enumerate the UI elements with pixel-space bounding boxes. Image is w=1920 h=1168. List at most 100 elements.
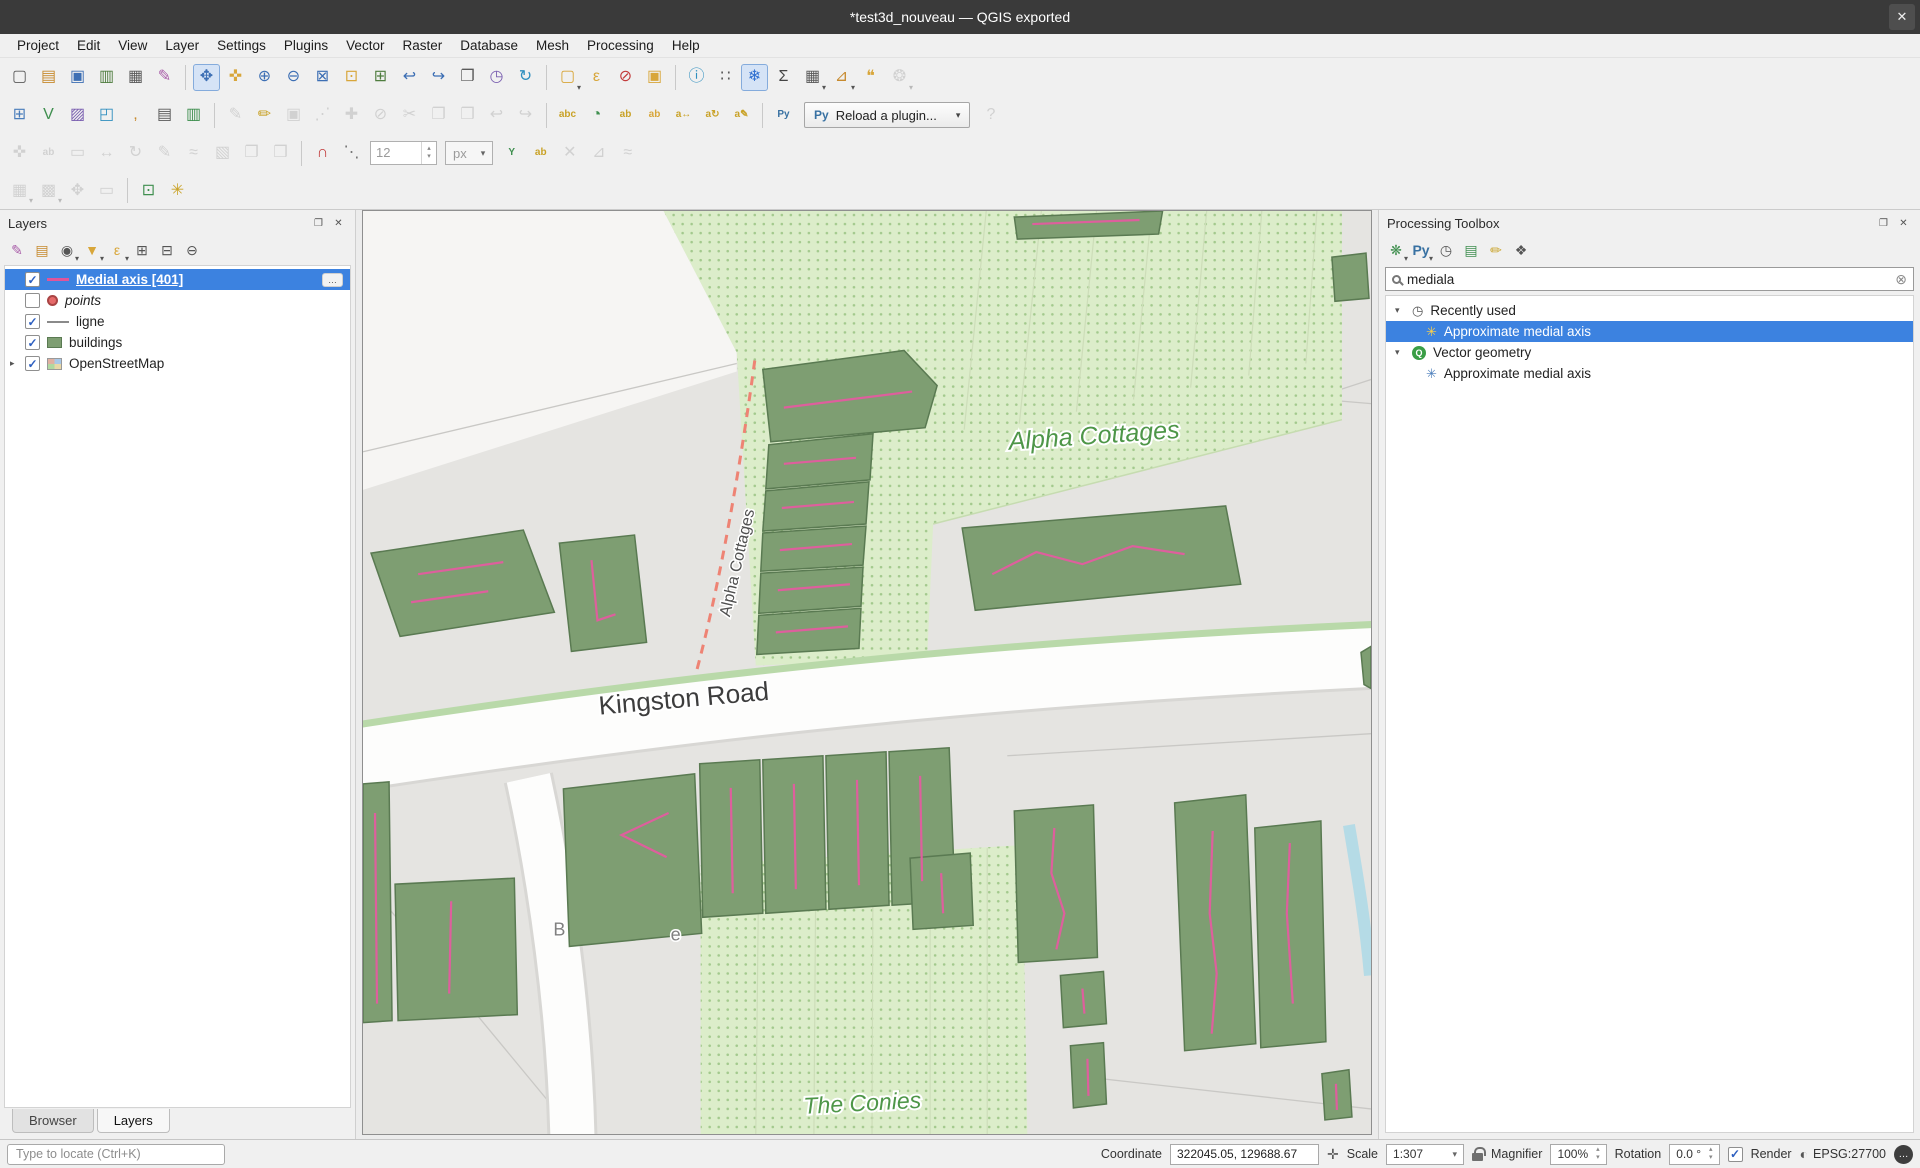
open-project[interactable]: ▤ bbox=[35, 64, 62, 91]
enable-tracing[interactable]: Y bbox=[498, 140, 525, 167]
delete-selected[interactable]: ⊘ bbox=[367, 102, 394, 129]
toolbox-search-input[interactable] bbox=[1407, 272, 1889, 287]
rotate-feature[interactable]: ⊿ bbox=[585, 140, 612, 167]
render-checkbox[interactable]: ✓ bbox=[1728, 1147, 1743, 1162]
expand-all[interactable]: ⊞ bbox=[130, 238, 154, 262]
edit-features-in-place[interactable]: ✏ bbox=[1484, 238, 1508, 262]
zoom-to-layer[interactable]: ⊞ bbox=[367, 64, 394, 91]
layer-row[interactable]: ✓buildings bbox=[5, 332, 350, 353]
highlight-labels[interactable]: ab bbox=[35, 140, 62, 167]
open-data-source-manager[interactable]: ⊞ bbox=[6, 102, 33, 129]
digitize-with-segment[interactable]: ⋰ bbox=[309, 102, 336, 129]
filter-by-expression[interactable]: ε▾ bbox=[105, 238, 129, 262]
processing-toolbox-toggle[interactable]: ❄ bbox=[741, 64, 768, 91]
collapse-all[interactable]: ⊟ bbox=[155, 238, 179, 262]
new-print-layout[interactable]: ▥ bbox=[93, 64, 120, 91]
curved-labels[interactable]: ≈ bbox=[180, 140, 207, 167]
zoom-full[interactable]: ⊠ bbox=[309, 64, 336, 91]
rotate-label[interactable]: a↻ bbox=[699, 102, 726, 129]
scale-combo[interactable]: 1:307 ▾ bbox=[1386, 1144, 1464, 1165]
add-mesh-layer[interactable]: ◰ bbox=[93, 102, 120, 129]
nominatim-search[interactable]: ❂▾ bbox=[886, 64, 913, 91]
map-tips[interactable]: ❝ bbox=[857, 64, 884, 91]
spin-down-icon[interactable]: ▾ bbox=[1709, 1154, 1713, 1162]
undo[interactable]: ↩ bbox=[483, 102, 510, 129]
move-label-diagram[interactable]: ↔ bbox=[93, 140, 120, 167]
add-raster-layer[interactable]: ▨ bbox=[64, 102, 91, 129]
crs-status-button[interactable]: ◐ EPSG:27700 bbox=[1800, 1146, 1886, 1162]
close-panel-icon[interactable]: ✕ bbox=[330, 215, 347, 232]
layer-visibility-checkbox[interactable]: ✓ bbox=[25, 314, 40, 329]
pin-unpin-labels[interactable]: ab bbox=[612, 102, 639, 129]
zoom-next[interactable]: ↪ bbox=[425, 64, 452, 91]
add-group[interactable]: ▤ bbox=[30, 238, 54, 262]
pan-to-selection[interactable]: ✜ bbox=[222, 64, 249, 91]
layer-edit-badge[interactable]: … bbox=[322, 273, 343, 287]
menu-item-layer[interactable]: Layer bbox=[156, 36, 208, 55]
add-vector-layer[interactable]: V bbox=[35, 102, 62, 129]
layer-visibility-checkbox[interactable]: ✓ bbox=[25, 356, 40, 371]
clear-search-icon[interactable]: ⊗ bbox=[1895, 271, 1907, 288]
layer-row[interactable]: ▸✓OpenStreetMap bbox=[5, 353, 350, 374]
add-virtual-layer[interactable]: ▥ bbox=[180, 102, 207, 129]
menu-item-database[interactable]: Database bbox=[451, 36, 527, 55]
statistical-summary[interactable]: Σ bbox=[770, 64, 797, 91]
spin-down-icon[interactable]: ▾ bbox=[1596, 1154, 1600, 1162]
save-layer-edits[interactable]: ▣ bbox=[280, 102, 307, 129]
zoom-in[interactable]: ⊕ bbox=[251, 64, 278, 91]
pan-map[interactable]: ✥ bbox=[193, 64, 220, 91]
copy-features[interactable]: ❐ bbox=[425, 102, 452, 129]
menu-item-mesh[interactable]: Mesh bbox=[527, 36, 578, 55]
layer-row[interactable]: ✓Medial axis [401]… bbox=[5, 269, 350, 290]
identify-features[interactable]: ⓘ bbox=[683, 64, 710, 91]
snapping-options[interactable]: ⋱ bbox=[338, 140, 365, 167]
toolbox-algorithm[interactable]: ✳Approximate medial axis bbox=[1386, 321, 1913, 342]
menu-item-processing[interactable]: Processing bbox=[578, 36, 663, 55]
zoom-out[interactable]: ⊖ bbox=[280, 64, 307, 91]
toggle-label-visibility[interactable]: ▭ bbox=[64, 140, 91, 167]
temporal-controller[interactable]: ◷ bbox=[483, 64, 510, 91]
select-by-value[interactable]: ▣ bbox=[641, 64, 668, 91]
label-mask[interactable]: ▧ bbox=[209, 140, 236, 167]
db-manager[interactable]: ▤ bbox=[151, 102, 178, 129]
rotation-spinbox[interactable]: 0.0 ° ▴▾ bbox=[1669, 1144, 1719, 1165]
measure-line[interactable]: ⊿▾ bbox=[828, 64, 855, 91]
results-viewer[interactable]: ▤ bbox=[1459, 238, 1483, 262]
font-unit-select[interactable]: px▾ bbox=[445, 141, 493, 165]
open-layer-styling[interactable]: ✎ bbox=[5, 238, 29, 262]
layer-visibility-checkbox[interactable]: ✓ bbox=[25, 272, 40, 287]
window-close-button[interactable]: ✕ bbox=[1889, 4, 1915, 30]
float-panel-icon[interactable]: ❐ bbox=[310, 215, 327, 232]
select-by-expression[interactable]: ε bbox=[583, 64, 610, 91]
menu-item-vector[interactable]: Vector bbox=[337, 36, 393, 55]
python-console[interactable]: Py bbox=[770, 102, 797, 129]
models[interactable]: ❋▾ bbox=[1384, 238, 1408, 262]
current-edits[interactable]: ✎ bbox=[222, 102, 249, 129]
vertex-tool[interactable]: ✚ bbox=[338, 102, 365, 129]
layer-labeling[interactable]: abc bbox=[554, 102, 581, 129]
reload-plugin-select[interactable]: PyReload a plugin...▾ bbox=[804, 102, 970, 128]
select-mesh-item[interactable]: ▭ bbox=[93, 177, 120, 204]
history[interactable]: ◷ bbox=[1434, 238, 1458, 262]
magnifier-spinbox[interactable]: 100% ▴▾ bbox=[1550, 1144, 1606, 1165]
options[interactable]: ❖ bbox=[1509, 238, 1533, 262]
spin-up-icon[interactable]: ▴ bbox=[1596, 1146, 1600, 1154]
new-map-view[interactable]: ❐ bbox=[454, 64, 481, 91]
cut-features[interactable]: ✂ bbox=[396, 102, 423, 129]
menu-item-project[interactable]: Project bbox=[8, 36, 68, 55]
scripts[interactable]: Py▾ bbox=[1409, 238, 1433, 262]
toolbox-group[interactable]: ▾◷Recently used bbox=[1386, 300, 1913, 321]
georeferencer[interactable]: ✳ bbox=[164, 177, 191, 204]
whats-this-help[interactable]: ? bbox=[977, 102, 1004, 129]
attribute-table[interactable]: ▦▾ bbox=[799, 64, 826, 91]
layer-visibility-checkbox[interactable]: ✓ bbox=[25, 335, 40, 350]
zoom-to-selection[interactable]: ⊡ bbox=[338, 64, 365, 91]
highlight-pinned-labels[interactable]: ab bbox=[641, 102, 668, 129]
menu-item-edit[interactable]: Edit bbox=[68, 36, 109, 55]
layer-visibility-checkbox[interactable] bbox=[25, 293, 40, 308]
toolbox-algorithm[interactable]: ✳Approximate medial axis bbox=[1386, 363, 1913, 384]
change-label[interactable]: a✎ bbox=[728, 102, 755, 129]
paste-style[interactable]: ❒ bbox=[267, 140, 294, 167]
refresh-map[interactable]: ↻ bbox=[512, 64, 539, 91]
spin-down-icon[interactable]: ▾ bbox=[427, 153, 431, 161]
